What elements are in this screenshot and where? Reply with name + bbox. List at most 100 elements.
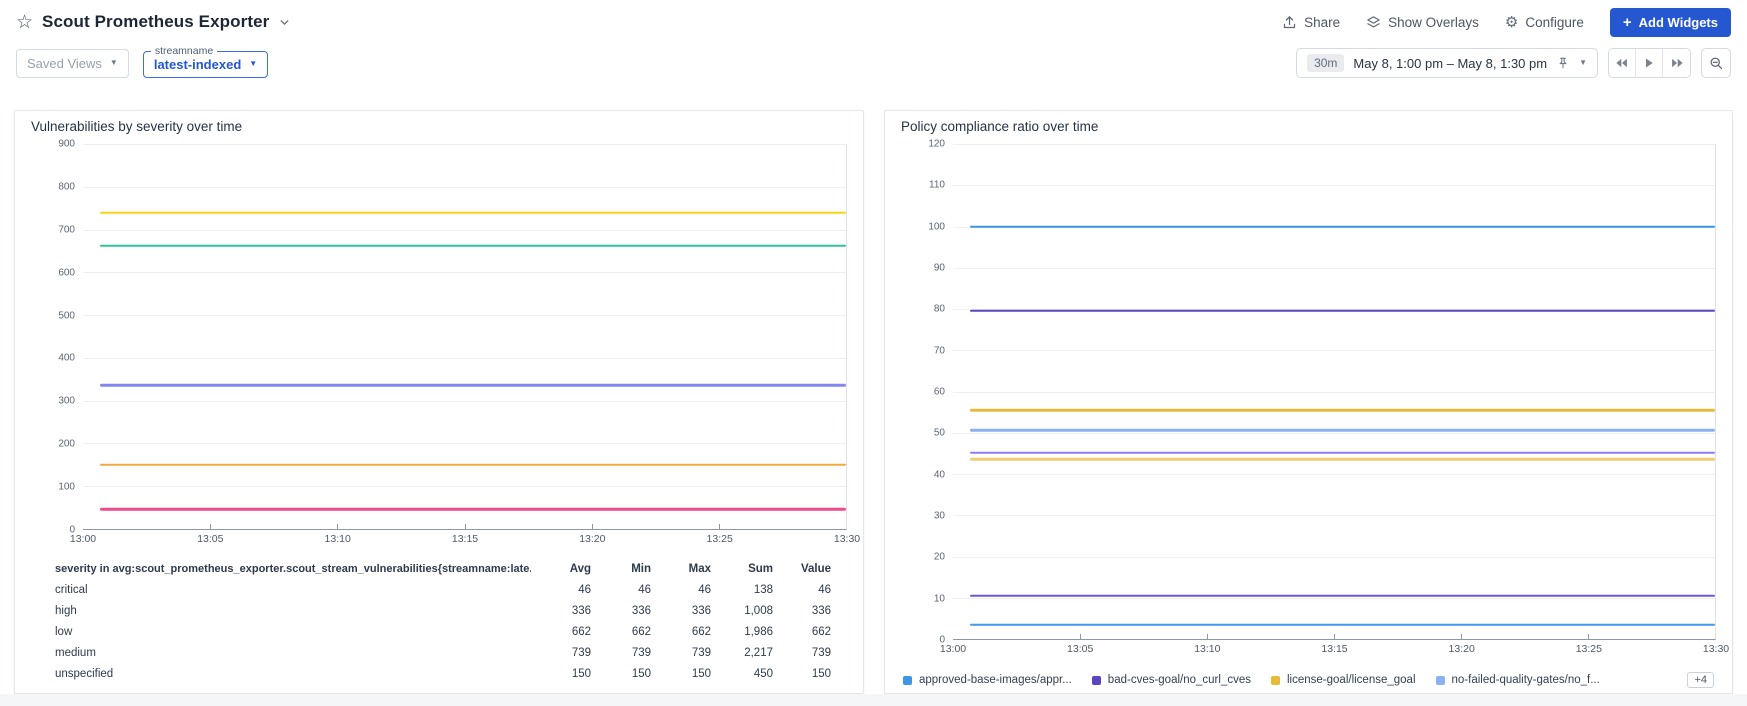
gridline: [953, 391, 1715, 393]
plot-area[interactable]: [83, 144, 847, 530]
legend-chip[interactable]: no-failed-quality-gates/no_f...: [1435, 674, 1600, 686]
y-tick-label: 60: [933, 386, 945, 398]
series-stat-value: 336: [571, 604, 591, 617]
time-back-button[interactable]: [1609, 49, 1636, 77]
gridline: [953, 185, 1715, 187]
series-stat-value: 150: [571, 667, 591, 680]
y-tick-label: 900: [58, 138, 75, 150]
legend-column-header: Value: [800, 562, 831, 575]
gridline: [83, 144, 846, 145]
duration-badge: 30m: [1307, 54, 1345, 72]
legend-table: severity in avg:scout_prometheus_exporte…: [31, 558, 847, 684]
series-stat-value: 662: [631, 625, 651, 638]
y-tick-label: 800: [58, 181, 75, 193]
gridline: [83, 229, 846, 231]
gridline: [953, 474, 1715, 475]
y-tick-label: 80: [933, 303, 945, 315]
show-overlays-button[interactable]: Show Overlays: [1366, 15, 1479, 30]
legend-chips: approved-base-images/appr... bad-cves-goa…: [901, 672, 1716, 688]
gridline: [83, 400, 846, 402]
chevron-down-icon[interactable]: ▼: [1579, 59, 1587, 67]
share-button[interactable]: Share: [1282, 15, 1340, 30]
series-stat-value: 46: [698, 583, 711, 596]
y-tick-label: 50: [933, 427, 945, 439]
plot-area[interactable]: [953, 144, 1716, 640]
x-tick-label: 13:10: [324, 533, 351, 545]
series-stat-value: 739: [691, 646, 711, 659]
gridline: [953, 350, 1715, 352]
series-line: [969, 594, 1715, 597]
time-play-button[interactable]: [1636, 49, 1663, 77]
layers-icon: [1367, 15, 1380, 27]
legend-row[interactable]: medium 739 739 739 2,217 739: [31, 642, 831, 663]
series-line: [969, 451, 1715, 455]
widget-vulnerabilities: Vulnerabilities by severity over time 01…: [14, 110, 864, 694]
series-stat-value: 1,986: [744, 625, 773, 638]
x-tick-mark: [1461, 634, 1462, 639]
y-tick-label: 600: [58, 267, 75, 279]
gridline: [953, 432, 1715, 434]
x-tick-mark: [337, 524, 339, 529]
legend-chip[interactable]: license-goal/license_goal: [1271, 674, 1416, 686]
x-tick-mark: [1588, 634, 1589, 639]
x-tick-mark: [1080, 634, 1081, 639]
legend-chip[interactable]: approved-base-images/appr...: [903, 674, 1072, 686]
play-icon: [1646, 58, 1653, 68]
legend-row[interactable]: unspecified 150 150 150 450 150: [31, 663, 831, 684]
legend-more-badge[interactable]: +4: [1687, 672, 1714, 688]
series-stat-value: 450: [753, 667, 773, 680]
legend-chip[interactable]: bad-cves-goal/no_curl_cves: [1091, 674, 1251, 686]
legend-row[interactable]: high 336 336 336 1,008 336: [31, 600, 831, 621]
series-stat-value: 739: [811, 646, 831, 659]
plus-icon: +: [1622, 13, 1632, 31]
gridline: [953, 515, 1715, 517]
dashboard-header: ☆ Scout Prometheus Exporter Share Show O…: [0, 0, 1747, 44]
pin-icon[interactable]: [1556, 56, 1570, 70]
legend-column-header: Avg: [569, 562, 591, 575]
favorite-star-icon[interactable]: ☆: [16, 13, 33, 32]
zoom-out-button[interactable]: [1701, 48, 1731, 78]
x-tick-label: 13:00: [939, 643, 967, 655]
series-line: [969, 409, 1715, 412]
series-line: [969, 457, 1715, 461]
series-color-swatch: [1435, 675, 1445, 685]
series-line: [969, 225, 1715, 228]
series-stat-value: 336: [631, 604, 651, 617]
y-tick-label: 300: [58, 395, 75, 407]
x-tick-label: 13:30: [1702, 643, 1730, 655]
saved-views-dropdown[interactable]: Saved Views ▼: [16, 48, 129, 78]
series-stat-value: 662: [811, 625, 831, 638]
y-tick-label: 20: [933, 551, 945, 563]
widget-policy-compliance: Policy compliance ratio over time 0 10 20 3…: [884, 110, 1733, 694]
widget-title: Vulnerabilities by severity over time: [31, 119, 243, 134]
series-color-swatch: [1091, 675, 1101, 685]
x-tick-label: 13:15: [1321, 643, 1348, 655]
streamname-dropdown[interactable]: streamname latest-indexed ▼: [142, 44, 269, 78]
gridline: [953, 597, 1715, 599]
y-tick-label: 700: [58, 224, 75, 236]
x-tick-label: 13:05: [1067, 643, 1094, 655]
x-tick-mark: [1207, 634, 1208, 639]
page-bottom-strip: [0, 694, 1747, 706]
x-tick-mark: [464, 524, 466, 529]
legend-row[interactable]: low 662 662 662 1,986 662: [31, 621, 831, 642]
y-axis-labels: 0 10 20 30 40 50 60 70 80 90 100 110 120: [901, 139, 945, 646]
title-chevron-down-icon[interactable]: [278, 16, 291, 29]
y-tick-label: 70: [933, 345, 945, 357]
gridline: [953, 144, 1715, 145]
zoom-out-icon: [1710, 57, 1722, 69]
add-widgets-button[interactable]: + Add Widgets: [1609, 7, 1731, 37]
configure-button[interactable]: ⚙ Configure: [1505, 15, 1584, 30]
series-name: critical: [55, 583, 88, 596]
legend-row[interactable]: critical 46 46 46 138 46: [31, 579, 831, 600]
time-forward-button[interactable]: [1663, 49, 1690, 77]
gear-icon: ⚙: [1504, 13, 1519, 31]
legend-column-header: Sum: [748, 562, 773, 575]
y-tick-label: 500: [58, 310, 75, 322]
y-tick-label: 400: [58, 352, 75, 364]
y-tick-label: 40: [933, 469, 945, 481]
time-range-picker[interactable]: 30m May 8, 1:00 pm – May 8, 1:30 pm ▼: [1296, 48, 1598, 78]
legend-table-header: severity in avg:scout_prometheus_exporte…: [31, 558, 831, 579]
legend-chip-label: bad-cves-goal/no_curl_cves: [1107, 674, 1251, 686]
series-line: [99, 463, 846, 467]
